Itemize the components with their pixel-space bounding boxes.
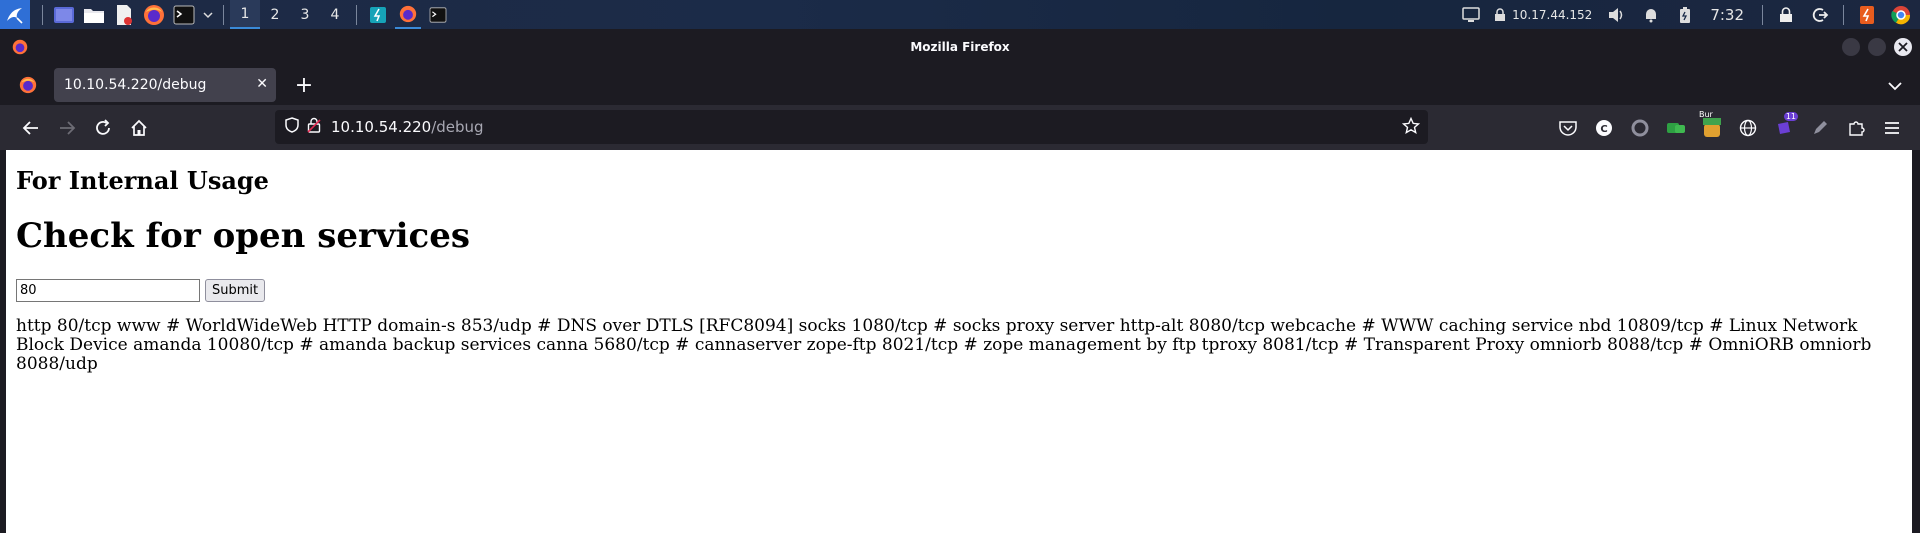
system-taskbar: 1 2 3 4 10.17.44.152 7:32 (0, 0, 1920, 29)
bookmark-star-icon[interactable] (1401, 116, 1421, 139)
ip-address: 10.17.44.152 (1512, 7, 1593, 22)
tab-title: 10.10.54.220/debug (64, 77, 207, 93)
home-button[interactable] (122, 111, 156, 145)
services-result-text: http 80/tcp www # WorldWideWeb HTTP doma… (16, 316, 1872, 374)
extensions-puzzle-icon[interactable] (1838, 110, 1874, 146)
reload-button[interactable] (86, 111, 120, 145)
close-window-button[interactable] (1894, 38, 1912, 56)
lock-screen-icon[interactable] (1773, 2, 1799, 28)
clock: 7:32 (1710, 5, 1744, 24)
volume-icon[interactable] (1604, 2, 1630, 28)
workspace-1[interactable]: 1 (230, 0, 260, 29)
taskbar-separator (223, 4, 224, 25)
vpn-lock-icon[interactable] (1492, 2, 1508, 28)
page-heading: Check for open services (16, 216, 471, 256)
window-titlebar: Mozilla Firefox (0, 29, 1920, 65)
burp-proxy-extension-icon[interactable]: Bur (1694, 110, 1730, 146)
navigation-toolbar: 10.10.54.220 /debug C Bur 11 (0, 105, 1920, 150)
forward-button[interactable] (50, 111, 84, 145)
workspace-4[interactable]: 4 (320, 0, 350, 29)
system-tray: 10.17.44.152 7:32 (1454, 0, 1920, 29)
chrome-icon[interactable] (1888, 2, 1914, 28)
ext-badge: Bur (1699, 109, 1713, 119)
window-controls (1842, 38, 1912, 56)
taskbar-separator (1762, 4, 1763, 25)
port-check-form: Submit (16, 279, 266, 302)
shield-icon[interactable] (285, 117, 299, 137)
taskbar-separator (356, 4, 357, 25)
new-tab-button[interactable]: + (290, 73, 318, 98)
proxy-ring-icon[interactable] (1622, 110, 1658, 146)
tab-close-icon[interactable]: ✕ (256, 76, 268, 92)
chevron-down-icon[interactable] (201, 2, 215, 28)
pen-icon[interactable] (1802, 110, 1838, 146)
display-icon[interactable] (1458, 2, 1484, 28)
tab-strip: 10.10.54.220/debug ✕ + (0, 65, 1920, 105)
folder-icon[interactable] (81, 2, 107, 28)
window-title: Mozilla Firefox (910, 40, 1010, 54)
url-host: 10.10.54.220 (331, 118, 432, 136)
page-subheading: For Internal Usage (16, 166, 269, 195)
maximize-button[interactable] (1868, 38, 1886, 56)
wappalyzer-icon[interactable] (1658, 110, 1694, 146)
browser-tab[interactable]: 10.10.54.220/debug ✕ (54, 68, 276, 102)
insecure-lock-icon[interactable] (307, 117, 321, 137)
workspace-2[interactable]: 2 (260, 0, 290, 29)
firefox-icon[interactable] (141, 2, 167, 28)
task-firefox-icon[interactable] (395, 0, 421, 29)
firefox-view-icon[interactable] (8, 67, 48, 103)
taskbar-separator (42, 4, 43, 25)
logout-icon[interactable] (1807, 2, 1833, 28)
submit-button[interactable]: Submit (205, 279, 266, 302)
hamburger-menu-icon[interactable] (1874, 110, 1910, 146)
terminal-icon[interactable] (171, 2, 197, 28)
extensions-toolbar: C Bur 11 (1550, 105, 1910, 150)
text-editor-icon[interactable] (111, 2, 137, 28)
port-input[interactable] (16, 279, 200, 302)
notification-bell-icon[interactable] (1638, 2, 1664, 28)
url-bar[interactable]: 10.10.54.220 /debug (275, 110, 1428, 144)
firefox-window-icon (12, 39, 28, 58)
battery-icon[interactable] (1672, 2, 1698, 28)
back-button[interactable] (14, 111, 48, 145)
url-path: /debug (431, 118, 484, 136)
taskbar-separator (1843, 4, 1844, 25)
burp-suite-icon[interactable] (1854, 2, 1880, 28)
workspace-3[interactable]: 3 (290, 0, 320, 29)
ext-count-badge: 11 (1783, 111, 1798, 121)
cookie-editor-icon[interactable]: C (1586, 110, 1622, 146)
svg-text:C: C (1600, 124, 1607, 135)
pocket-icon[interactable] (1550, 110, 1586, 146)
tab-list-chevron-icon[interactable] (1888, 76, 1902, 95)
minimize-button[interactable] (1842, 38, 1860, 56)
workspace-icon[interactable] (51, 2, 77, 28)
task-app-icon[interactable] (365, 2, 391, 28)
task-terminal-icon[interactable] (425, 2, 451, 28)
kali-menu-icon[interactable] (0, 0, 30, 29)
page-viewport: For Internal Usage Check for open servic… (6, 150, 1912, 533)
globe-icon[interactable] (1730, 110, 1766, 146)
hack-tools-icon[interactable]: 11 (1766, 110, 1802, 146)
